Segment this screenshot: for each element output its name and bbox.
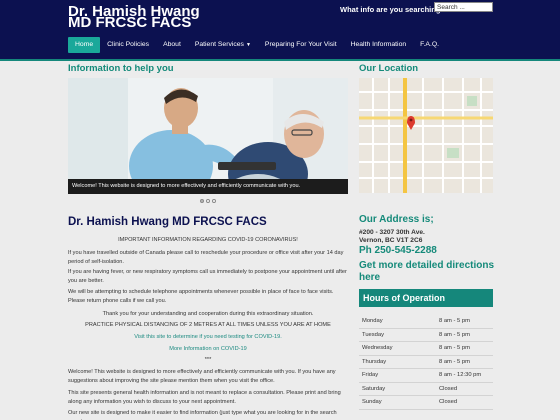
site-header: Dr. Hamish Hwang MD FRCSC FACS What info…	[0, 0, 560, 59]
hours-time: Closed	[439, 399, 458, 406]
logo-credentials[interactable]: MD FRCSC FACS	[68, 14, 191, 31]
map-graphic	[359, 78, 493, 193]
address-heading: Our Address is;	[359, 214, 434, 225]
page: Dr. Hamish Hwang MD FRCSC FACS What info…	[0, 0, 560, 420]
hours-time: 8 am - 5 pm	[439, 345, 470, 352]
image-slider[interactable]: Welcome! This website is designed to mor…	[68, 78, 348, 194]
hours-heading: Hours of Operation	[359, 289, 493, 307]
hours-row: Thursday 8 am - 5 pm	[359, 356, 493, 369]
hours-day: Thursday	[362, 358, 387, 365]
covid-testing-link[interactable]: Visit this site to determine if you need…	[68, 333, 348, 342]
nav-faq[interactable]: F.A.Q.	[413, 37, 446, 53]
doctor-patient-photo	[68, 78, 348, 194]
paragraph-travel: If you have travelled outside of Canada …	[68, 250, 344, 265]
hours-row: Tuesday 8 am - 5 pm	[359, 329, 493, 342]
hours-row: Monday 8 am - 5 pm	[359, 315, 493, 329]
paragraph-telephone: We will be attempting to schedule teleph…	[68, 289, 334, 304]
nav-home[interactable]: Home	[68, 37, 101, 53]
nav-about-label: About	[163, 41, 181, 48]
directions-link[interactable]: Get more detailed directions here	[359, 260, 499, 283]
hours-time: 8 am - 5 pm	[439, 331, 470, 338]
slider-dot[interactable]	[212, 199, 216, 203]
hours-time: 8 am - 5 pm	[439, 358, 470, 365]
hours-time: 8 am - 12:30 pm	[439, 372, 482, 379]
slider-caption: Welcome! This website is designed to mor…	[68, 179, 348, 194]
search-input[interactable]	[434, 2, 493, 12]
hours-row: Sunday Closed	[359, 396, 493, 410]
hours-time: 8 am - 5 pm	[439, 318, 470, 325]
paragraph-disclaimer: This site presents general health inform…	[68, 390, 341, 405]
slider-dots	[200, 199, 216, 203]
nav-clinic-policies[interactable]: Clinic Policies	[100, 37, 156, 53]
address-line-1: #200 - 3207 30th Ave.	[359, 229, 425, 236]
paragraph-thanks: Thank you for your understanding and coo…	[102, 311, 314, 317]
hours-row: Saturday Closed	[359, 383, 493, 396]
location-heading: Our Location	[359, 63, 419, 74]
nav-preparing-visit[interactable]: Preparing For Your Visit	[258, 37, 344, 53]
nav-home-label: Home	[75, 41, 94, 48]
info-heading: Information to help you	[68, 63, 174, 74]
hours-day: Tuesday	[362, 331, 385, 338]
phone-number[interactable]: Ph 250-545-2288	[359, 245, 437, 256]
hours-day: Saturday	[362, 385, 386, 392]
slider-dot[interactable]	[206, 199, 210, 203]
header-divider	[0, 59, 560, 61]
covid-heading: IMPORTANT INFORMATION REGARDING COVID-19…	[118, 237, 298, 243]
hours-row: Friday 8 am - 12:30 pm	[359, 369, 493, 383]
nav-clinic-policies-label: Clinic Policies	[107, 41, 150, 48]
nav-patient-services[interactable]: Patient Services ▼	[188, 37, 258, 53]
nav-faq-label: F.A.Q.	[420, 41, 440, 48]
nav-patient-services-label: Patient Services	[194, 41, 244, 48]
main-nav: Home Clinic Policies About Patient Servi…	[68, 37, 446, 53]
nav-preparing-visit-label: Preparing For Your Visit	[264, 41, 337, 48]
page-title: Dr. Hamish Hwang MD FRCSC FACS	[68, 216, 267, 228]
hours-day: Monday	[362, 318, 383, 325]
hours-table: Monday 8 am - 5 pm Tuesday 8 am - 5 pm Wed…	[359, 315, 493, 410]
nav-health-information[interactable]: Health Information	[344, 37, 414, 53]
covid-info-link[interactable]: More Information on COVID-19	[68, 345, 348, 354]
separator-stars: ***	[204, 357, 212, 363]
location-map[interactable]	[359, 78, 493, 193]
paragraph-new-site: Our new site is designed to make it easi…	[68, 410, 337, 420]
hours-row: Wednesday 8 am - 5 pm	[359, 342, 493, 356]
chevron-down-icon: ▼	[245, 42, 251, 48]
paragraph-distancing: PRACTICE PHYSICAL DISTANCING OF 2 METRES…	[85, 322, 331, 328]
address-line-2: Vernon, BC V1T 2C6	[359, 237, 423, 244]
nav-health-information-label: Health Information	[350, 41, 407, 48]
hours-time: Closed	[439, 385, 458, 392]
hours-day: Wednesday	[362, 345, 393, 352]
hours-day: Sunday	[362, 399, 382, 406]
paragraph-fever: If you are having fever, or new respirat…	[68, 269, 347, 284]
hours-day: Friday	[362, 372, 379, 379]
nav-about[interactable]: About	[156, 37, 188, 53]
paragraph-welcome: Welcome! This website is designed to mor…	[68, 369, 336, 384]
slider-dot[interactable]	[200, 199, 204, 203]
